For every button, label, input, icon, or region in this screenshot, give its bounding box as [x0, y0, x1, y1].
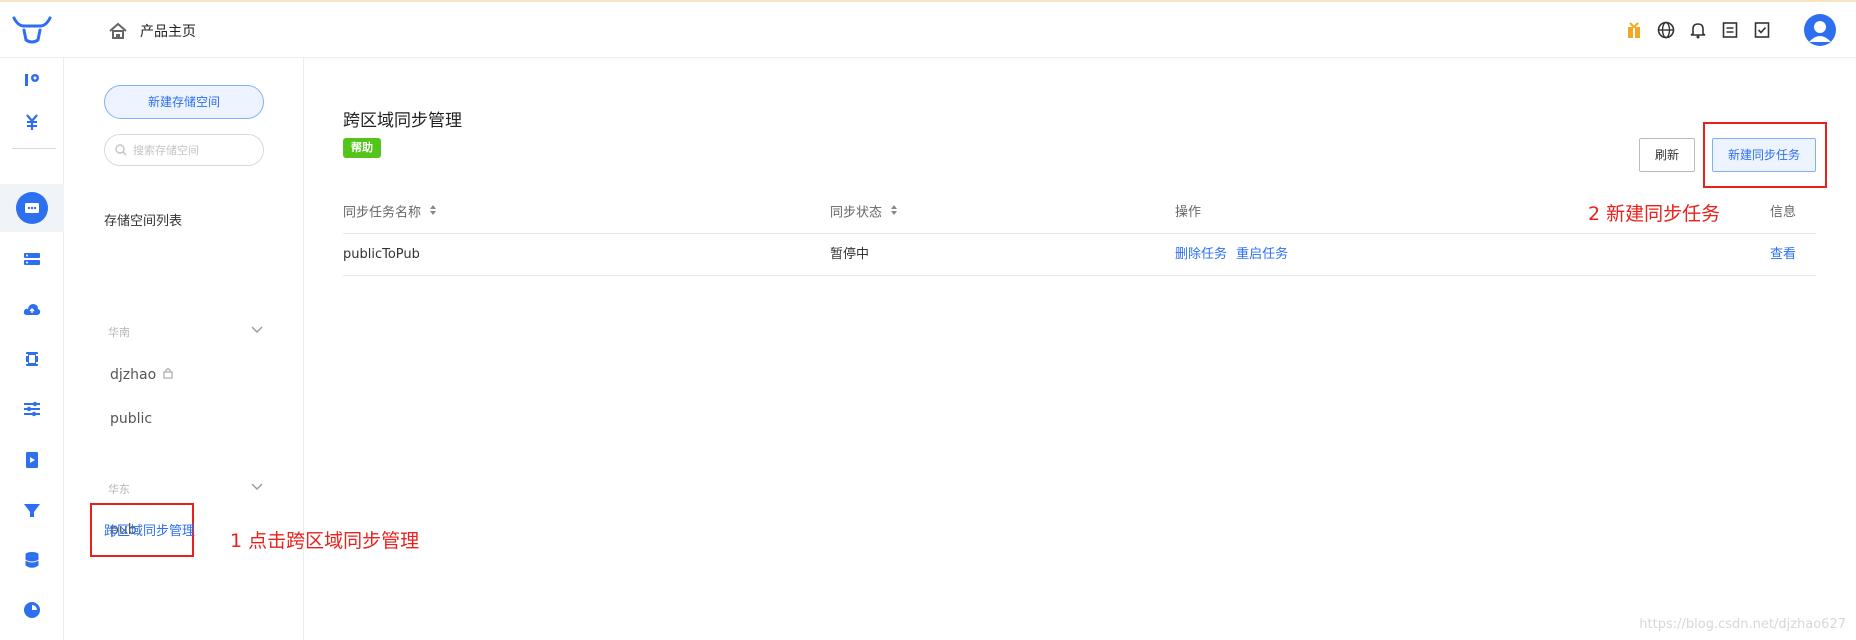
bucket-item-public[interactable]: public [110, 411, 152, 427]
watermark: https://blog.csdn.net/djzhao627 [1639, 617, 1846, 632]
bucket-label: djzhao [110, 367, 157, 383]
analytics-pie-icon[interactable] [16, 594, 48, 626]
sort-icon [890, 192, 898, 234]
column-header-info: 信息 [1770, 205, 1797, 220]
logo-icon[interactable] [12, 16, 52, 44]
document-icon[interactable] [1720, 20, 1740, 40]
gift-icon[interactable] [1624, 20, 1644, 40]
task-status-cell: 暂停中 [830, 247, 870, 262]
lock-icon [163, 367, 173, 383]
settings-sliders-icon[interactable] [16, 393, 48, 425]
region-label: 华南 [108, 326, 130, 339]
bucket-list-title: 存储空间列表 [104, 214, 183, 229]
overview-icon[interactable] [16, 64, 48, 96]
product-home-link[interactable]: 产品主页 [108, 21, 196, 41]
table-header: 同步任务名称 同步状态 操作 信息 [343, 192, 1816, 234]
column-header-actions: 操作 [1175, 205, 1202, 220]
user-avatar[interactable] [1804, 14, 1836, 46]
todo-check-icon[interactable] [1752, 20, 1772, 40]
bucket-item-djzhao[interactable]: djzhao [110, 367, 173, 383]
help-badge[interactable]: 帮助 [343, 138, 381, 158]
top-right-actions [1624, 14, 1836, 46]
column-header-status[interactable]: 同步状态 [830, 192, 898, 234]
object-storage-icon[interactable] [16, 192, 48, 224]
search-icon [115, 141, 127, 160]
database-icon[interactable] [16, 544, 48, 576]
funnel-filter-icon[interactable] [16, 494, 48, 526]
chevron-down-icon [250, 322, 264, 336]
cdn-server-icon[interactable] [16, 243, 48, 275]
page-title: 跨区域同步管理 [343, 111, 462, 131]
task-info-cell: 查看 [1770, 234, 1796, 276]
task-name-cell: publicToPub [343, 247, 420, 262]
bell-icon[interactable] [1688, 20, 1708, 40]
app: 产品主页 新建存储空间 搜索存储空间 存储空间列表 华南 djzhao publ… [0, 0, 1856, 640]
table-row: publicToPub 暂停中 删除任务 重启任务 查看 [343, 234, 1816, 276]
video-film-icon[interactable] [16, 343, 48, 375]
column-header-label: 同步状态 [830, 205, 883, 221]
bucket-search [104, 134, 264, 166]
main-content: 跨区域同步管理 帮助 刷新 新建同步任务 2 新建同步任务 同步任务名称 同步状… [305, 58, 1856, 640]
column-header-task-name[interactable]: 同步任务名称 [343, 192, 437, 234]
new-sync-task-button[interactable]: 新建同步任务 [1712, 138, 1816, 172]
region-label: 华东 [108, 483, 130, 496]
top-bar: 产品主页 [0, 0, 1856, 58]
home-icon [108, 22, 128, 40]
task-actions-cell: 删除任务 重启任务 [1175, 234, 1288, 276]
bucket-search-input[interactable] [133, 143, 253, 157]
bucket-sidebar: 新建存储空间 存储空间列表 华南 djzhao public 华东 [64, 58, 419, 640]
column-header-label: 同步任务名称 [343, 205, 422, 221]
restart-task-link[interactable]: 重启任务 [1236, 247, 1288, 262]
cross-region-sync-link[interactable]: 跨区域同步管理 [104, 520, 195, 539]
media-play-icon[interactable] [16, 444, 48, 476]
product-home-label: 产品主页 [140, 24, 196, 40]
view-task-link[interactable]: 查看 [1770, 247, 1796, 262]
region-group-huadong[interactable]: 华东 [108, 481, 264, 497]
globe-icon[interactable] [1656, 20, 1676, 40]
product-icon-rail [0, 58, 64, 640]
new-storage-space-button[interactable]: 新建存储空间 [104, 85, 264, 119]
refresh-button[interactable]: 刷新 [1639, 138, 1695, 172]
rail-divider [12, 148, 56, 149]
bucket-label: public [110, 411, 153, 427]
delete-task-link[interactable]: 删除任务 [1175, 247, 1227, 262]
sync-task-table: 同步任务名称 同步状态 操作 信息 publicToPub 暂停中 删除任务 重… [343, 192, 1816, 276]
billing-yen-icon[interactable] [16, 106, 48, 138]
sort-icon [429, 192, 437, 234]
chevron-down-icon [250, 479, 264, 493]
cloud-upload-icon[interactable] [16, 293, 48, 325]
region-group-huanan[interactable]: 华南 [108, 324, 264, 340]
